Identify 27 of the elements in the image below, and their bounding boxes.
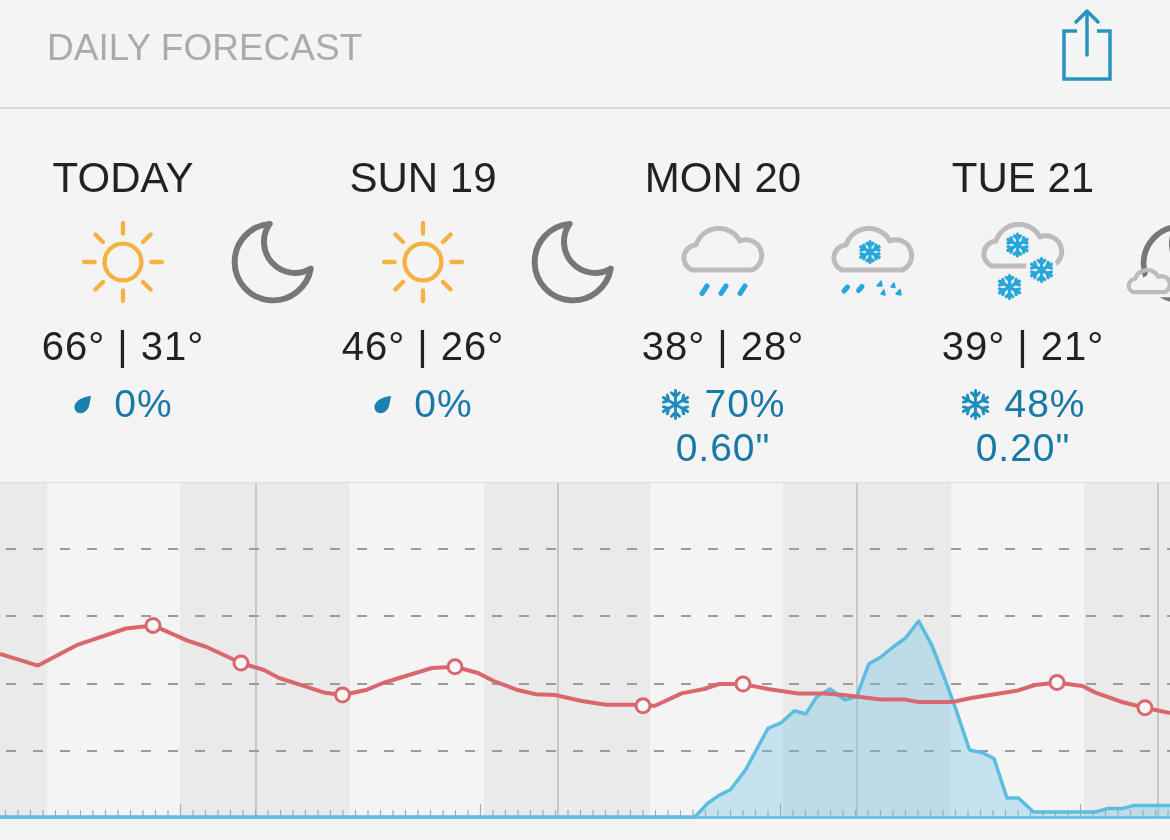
snowflake-icon (960, 388, 992, 420)
raindrop-icon (373, 394, 393, 414)
share-icon[interactable] (1062, 9, 1112, 81)
raindrop-icon (73, 394, 93, 414)
day-label: MON 20 (644, 154, 802, 202)
temperature-range: 66° | 31° (41, 323, 205, 369)
temperature-range: 38° | 28° (641, 323, 805, 369)
sun-icon (81, 220, 165, 304)
snowflake-icon (660, 388, 692, 420)
precipitation-amount: 0.60" (675, 426, 771, 470)
day-label: TUE 21 (951, 154, 1095, 202)
moon-icon (231, 220, 315, 304)
day-label: SUN 19 (349, 154, 497, 202)
moon-icon (531, 220, 615, 304)
header-title: DAILY FORECAST (47, 26, 363, 70)
temperature-range: 39° | 21° (941, 323, 1105, 369)
precipitation-chance: 48% (1004, 382, 1086, 426)
snow-rain-cloud-icon (831, 226, 915, 298)
precipitation-amount: 0.20" (975, 426, 1071, 470)
precipitation-chance: 70% (704, 382, 786, 426)
temperature-range: 46° | 26° (341, 323, 505, 369)
snow-cloud-icon (981, 222, 1065, 302)
sun-icon (381, 220, 465, 304)
precipitation-chance: 0% (114, 382, 173, 426)
rain-cloud-icon (681, 226, 765, 298)
precipitation-chance: 0% (414, 382, 473, 426)
day-label: TODAY (52, 154, 194, 202)
